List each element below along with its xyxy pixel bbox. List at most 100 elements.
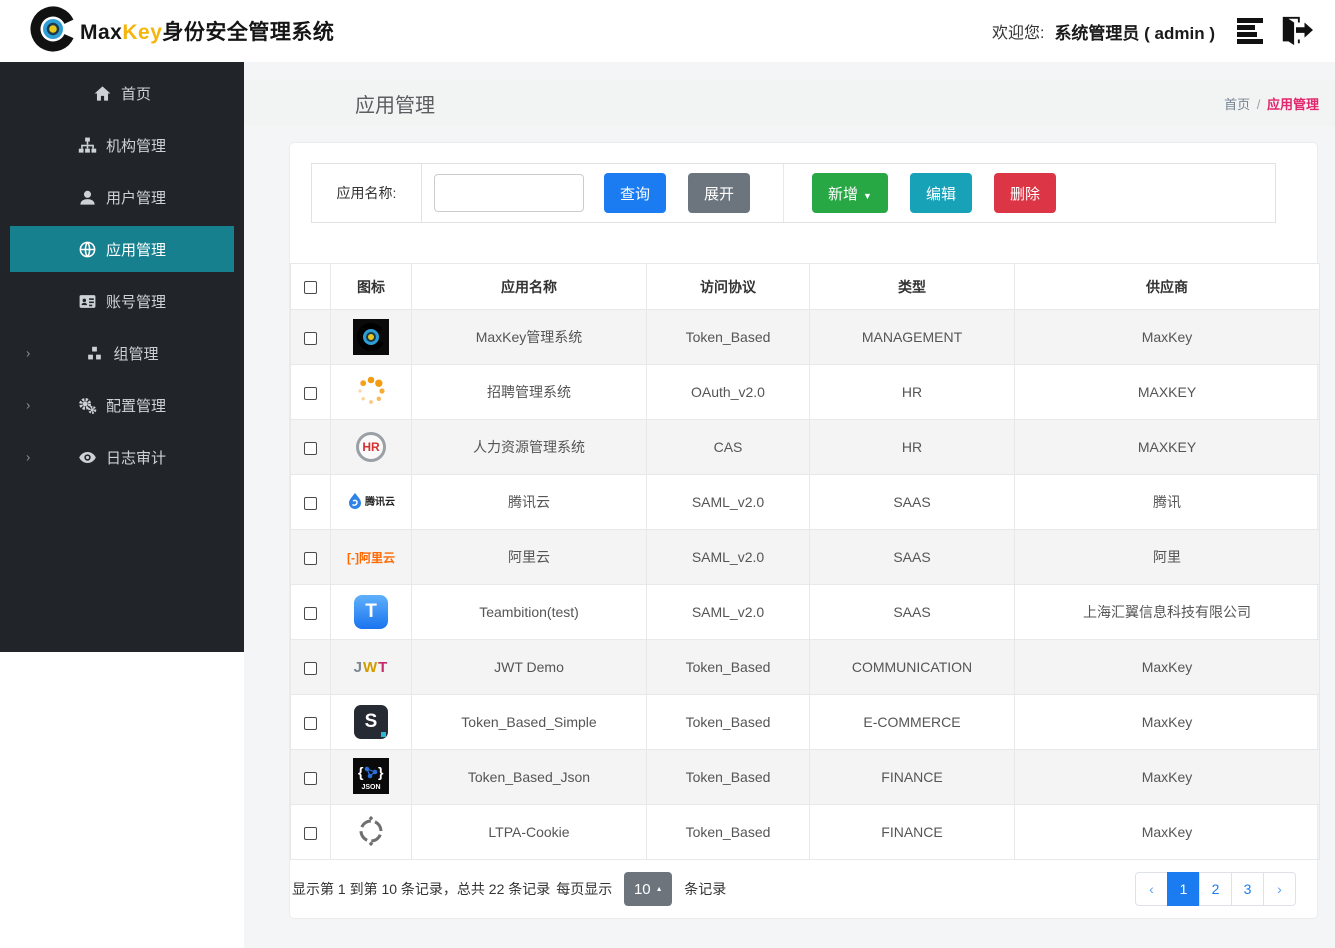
row-type: HR xyxy=(809,419,1015,475)
row-icon-cell xyxy=(330,804,412,860)
svg-text:{: { xyxy=(358,764,364,780)
caret-up-icon: ▲ xyxy=(655,885,663,893)
cubes-icon xyxy=(85,344,104,363)
row-protocol: Token_Based xyxy=(646,694,810,750)
sidebar-item-label: 组管理 xyxy=(113,345,159,363)
home-icon xyxy=(93,84,112,103)
row-icon-cell xyxy=(330,309,412,365)
row-select-cell xyxy=(290,309,331,365)
row-app-name: LTPA-Cookie xyxy=(411,804,647,860)
sidebar-item-label: 机构管理 xyxy=(105,137,166,155)
col-header-type: 类型 xyxy=(809,263,1015,310)
chevron-right-icon: › xyxy=(26,397,31,413)
row-icon-cell: 腾讯云 xyxy=(330,474,412,530)
table-row[interactable]: S Token_Based_Simple Token_Based E-COMMERCE… xyxy=(290,694,1320,750)
row-app-name: Teambition(test) xyxy=(411,584,647,640)
pager: ‹ 1 2 3 › xyxy=(1135,872,1296,906)
row-checkbox[interactable] xyxy=(304,441,317,455)
pager-page-2[interactable]: 2 xyxy=(1199,872,1232,906)
sidebar-item-6[interactable]: › 配置管理 xyxy=(10,382,234,428)
row-checkbox[interactable] xyxy=(304,331,317,345)
table-row[interactable]: 招聘管理系统 OAuth_v2.0 HR MAXKEY xyxy=(290,364,1320,420)
row-icon-cell: T xyxy=(330,584,412,640)
row-checkbox[interactable] xyxy=(304,716,317,730)
row-app-name: MaxKey管理系统 xyxy=(411,309,647,365)
sidebar-item-4[interactable]: 账号管理 xyxy=(10,278,234,324)
sidebar-item-2[interactable]: 用户管理 xyxy=(10,174,234,220)
spinner-icon xyxy=(353,373,389,409)
sidebar-item-label: 账号管理 xyxy=(105,293,166,311)
row-checkbox[interactable] xyxy=(304,551,317,565)
table-row[interactable]: MaxKey管理系统 Token_Based MANAGEMENT MaxKey xyxy=(290,309,1320,365)
row-protocol: SAML_v2.0 xyxy=(646,474,810,530)
table-header-row: 图标 应用名称 访问协议 类型 供应商 xyxy=(290,263,1320,310)
jwt-icon: JWT xyxy=(353,658,389,676)
pager-page-3[interactable]: 3 xyxy=(1231,872,1264,906)
row-checkbox[interactable] xyxy=(304,606,317,620)
table-row[interactable]: {} JSON Token_Based_Json Token_Based FINANCE… xyxy=(290,749,1320,805)
table-row[interactable]: HR 人力资源管理系统 CAS HR MAXKEY xyxy=(290,419,1320,475)
page-title-bar: 应用管理 首页 / 应用管理 xyxy=(244,80,1335,126)
row-icon-cell: HR xyxy=(330,419,412,475)
row-select-cell xyxy=(290,749,331,805)
table-row[interactable]: JWT JWT Demo Token_Based COMMUNICATION MaxKe… xyxy=(290,639,1320,695)
row-protocol: SAML_v2.0 xyxy=(646,529,810,585)
pager-next-button[interactable]: › xyxy=(1263,872,1296,906)
expand-button[interactable]: 展开 xyxy=(688,173,751,213)
row-select-cell xyxy=(290,529,331,585)
breadcrumb-separator: / xyxy=(1256,96,1261,112)
breadcrumb-home-link[interactable]: 首页 xyxy=(1224,97,1250,112)
chevron-right-icon: › xyxy=(26,449,31,465)
row-checkbox[interactable] xyxy=(304,661,317,675)
toolbar-divider xyxy=(783,164,785,222)
sidebar-item-0[interactable]: 首页 xyxy=(10,70,234,116)
alibaba-cloud-icon: [-]阿里云 xyxy=(347,550,395,565)
row-checkbox[interactable] xyxy=(304,826,317,840)
row-vendor: MaxKey xyxy=(1014,694,1320,750)
json-icon: {} JSON xyxy=(353,758,389,794)
sidebar-item-7[interactable]: › 日志审计 xyxy=(10,434,234,480)
edit-button[interactable]: 编辑 xyxy=(909,173,972,213)
page-size-select[interactable]: 10 ▲ xyxy=(624,872,673,906)
sidebar-item-label: 配置管理 xyxy=(105,397,166,415)
row-checkbox[interactable] xyxy=(304,496,317,510)
table-row[interactable]: LTPA-Cookie Token_Based FINANCE MaxKey xyxy=(290,804,1320,860)
search-toolbar: 应用名称: 查询 展开 新增 ▼ 编辑 删除 xyxy=(311,163,1276,223)
row-type: FINANCE xyxy=(809,749,1015,805)
table-row[interactable]: 腾讯云 腾讯云 SAML_v2.0 SAAS 腾讯 xyxy=(290,474,1320,530)
table-row[interactable]: T Teambition(test) SAML_v2.0 SAAS 上海汇翼信息科技有限… xyxy=(290,584,1320,640)
list-icon[interactable] xyxy=(1235,14,1269,48)
applications-table: 图标 应用名称 访问协议 类型 供应商 MaxKey管理系统 Token_Base… xyxy=(290,263,1320,860)
query-button[interactable]: 查询 xyxy=(604,173,667,213)
top-header: MaxKey身份安全管理系统 欢迎您: 系统管理员 ( admin ) xyxy=(0,0,1335,62)
row-checkbox[interactable] xyxy=(304,386,317,400)
row-type: HR xyxy=(809,364,1015,420)
col-header-app-name: 应用名称 xyxy=(411,263,647,310)
pager-prev-button[interactable]: ‹ xyxy=(1135,872,1168,906)
sign-out-icon[interactable] xyxy=(1279,14,1313,48)
sidebar-item-3[interactable]: 应用管理 xyxy=(10,226,234,272)
select-all-header-cell xyxy=(290,263,331,310)
row-select-cell xyxy=(290,639,331,695)
ltpa-icon xyxy=(354,814,388,848)
row-select-cell xyxy=(290,804,331,860)
sidebar-item-5[interactable]: › 组管理 xyxy=(10,330,234,376)
add-button[interactable]: 新增 ▼ xyxy=(812,173,888,213)
select-all-checkbox[interactable] xyxy=(304,281,317,295)
row-protocol: Token_Based xyxy=(646,639,810,695)
row-protocol: OAuth_v2.0 xyxy=(646,364,810,420)
table-row[interactable]: [-]阿里云 阿里云 SAML_v2.0 SAAS 阿里 xyxy=(290,529,1320,585)
row-checkbox[interactable] xyxy=(304,771,317,785)
sidebar-item-1[interactable]: 机构管理 xyxy=(10,122,234,168)
row-select-cell xyxy=(290,474,331,530)
row-icon-cell xyxy=(330,364,412,420)
row-icon-cell: [-]阿里云 xyxy=(330,529,412,585)
pager-page-1[interactable]: 1 xyxy=(1167,872,1200,906)
sidebar-nav: 首页 机构管理 用户管理 应用管理 账号管理 › 组管理 › 配置管理 › 日志审计 xyxy=(0,62,244,652)
delete-button[interactable]: 删除 xyxy=(993,173,1056,213)
row-app-name: Token_Based_Simple xyxy=(411,694,647,750)
brand-logo-link[interactable]: MaxKey身份安全管理系统 xyxy=(30,6,334,57)
app-name-input[interactable] xyxy=(434,174,584,212)
welcome-label: 欢迎您: xyxy=(991,25,1045,42)
row-protocol: SAML_v2.0 xyxy=(646,584,810,640)
